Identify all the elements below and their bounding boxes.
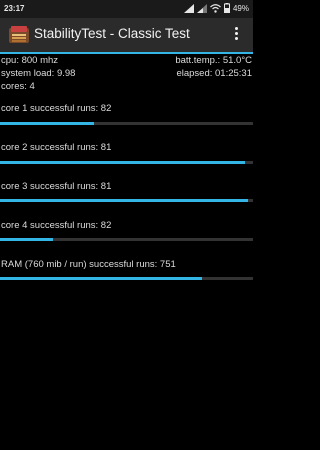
overflow-menu-icon[interactable]: [233, 27, 239, 43]
signal-icon: [183, 3, 194, 13]
ram-progress-bar: [0, 277, 253, 280]
core-3-progress-bar: [0, 199, 253, 202]
battery-icon: [223, 3, 230, 13]
status-time: 23:17: [4, 4, 25, 13]
cpu-frequency: cpu: 800 mhz: [1, 55, 59, 66]
app-title: StabilityTest - Classic Test: [34, 26, 190, 41]
core-1-progress-bar: [0, 122, 253, 125]
core-2-progress-fill: [0, 161, 246, 164]
wifi-icon: [210, 3, 221, 13]
core-1-progress-fill: [0, 122, 94, 125]
core-2-runs-label: core 2 successful runs: 81: [1, 142, 112, 153]
core-2-progress-bar: [0, 161, 253, 164]
core-4-runs-label: core 4 successful runs: 82: [1, 220, 112, 231]
status-icons: 49%: [183, 3, 249, 13]
elapsed-time: elapsed: 01:25:31: [176, 68, 252, 79]
battery-temperature: batt.temp.: 51.0°C: [175, 55, 252, 66]
app-logo-icon[interactable]: [8, 25, 30, 45]
core-1-runs-label: core 1 successful runs: 82: [1, 103, 112, 114]
core-3-progress-fill: [0, 199, 248, 202]
core-4-progress-fill: [0, 238, 54, 241]
status-bar: 23:17 49%: [0, 0, 253, 18]
signal-icon: [196, 3, 207, 13]
battery-percent: 49%: [232, 3, 249, 13]
core-count: cores: 4: [1, 81, 35, 92]
core-3-runs-label: core 3 successful runs: 81: [1, 181, 112, 192]
system-load: system load: 9.98: [1, 68, 76, 79]
ram-runs-label: RAM (760 mib / run) successful runs: 751: [1, 259, 176, 270]
action-bar: StabilityTest - Classic Test: [0, 18, 253, 54]
ram-progress-fill: [0, 277, 203, 280]
core-4-progress-bar: [0, 238, 253, 241]
